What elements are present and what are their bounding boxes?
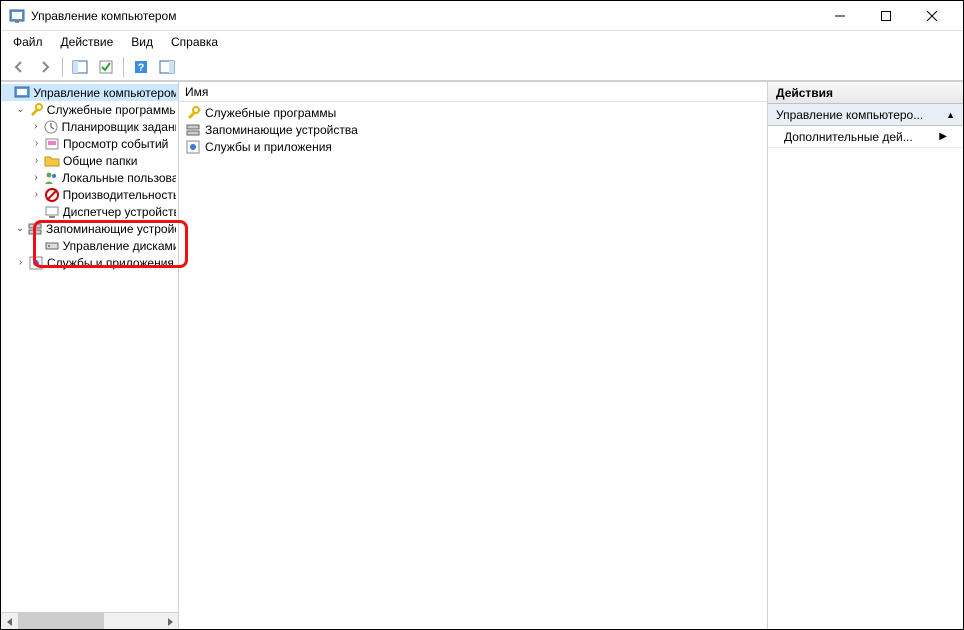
- close-button[interactable]: [909, 1, 955, 31]
- scrollbar-track[interactable]: [18, 613, 161, 629]
- list-item-label: Службы и приложения: [205, 140, 332, 154]
- list-item[interactable]: Запоминающие устройства: [179, 121, 767, 138]
- chevron-right-icon[interactable]: ›: [29, 172, 43, 183]
- chevron-right-icon[interactable]: ›: [29, 138, 44, 149]
- tree-system-tools[interactable]: ⌄ Служебные программы: [1, 101, 178, 118]
- tree-local-users[interactable]: › Локальные пользоват: [1, 169, 178, 186]
- chevron-right-icon[interactable]: ›: [29, 189, 44, 200]
- tree-device-manager[interactable]: Диспетчер устройств: [1, 203, 178, 220]
- tree-event-viewer[interactable]: › Просмотр событий: [1, 135, 178, 152]
- disk-icon: [44, 238, 60, 254]
- device-icon: [44, 204, 60, 220]
- storage-icon: [27, 221, 43, 237]
- menubar: Файл Действие Вид Справка: [1, 31, 963, 53]
- tree-label: Планировщик заданий: [62, 120, 176, 134]
- list-body: Служебные программы Запоминающие устройс…: [179, 102, 767, 629]
- list-item-label: Запоминающие устройства: [205, 123, 358, 137]
- list-item[interactable]: Служебные программы: [179, 104, 767, 121]
- tree-label: Управление компьютером (л: [33, 86, 176, 100]
- tree-label: Запоминающие устройст: [46, 222, 176, 236]
- svg-text:?: ?: [138, 62, 145, 74]
- list-panel: Имя Служебные программы Запоминающие уст…: [179, 82, 768, 629]
- tree-root[interactable]: Управление компьютером (л: [1, 84, 178, 101]
- performance-icon: [44, 187, 60, 203]
- tree-panel: Управление компьютером (л ⌄ Служебные пр…: [1, 82, 179, 629]
- actions-panel: Действия Управление компьютеро... ▲ Допо…: [768, 82, 963, 629]
- folder-shared-icon: [44, 153, 60, 169]
- tools-icon: [185, 105, 201, 121]
- action-pane-button[interactable]: [155, 55, 179, 79]
- services-icon: [28, 255, 44, 271]
- titlebar: Управление компьютером: [1, 1, 963, 31]
- scrollbar-thumb[interactable]: [18, 613, 104, 629]
- console-tree[interactable]: Управление компьютером (л ⌄ Служебные пр…: [1, 82, 178, 612]
- menu-view[interactable]: Вид: [123, 33, 161, 51]
- action-more-label: Дополнительные дей...: [784, 130, 913, 144]
- window-title: Управление компьютером: [31, 9, 817, 23]
- tree-services-apps[interactable]: › Службы и приложения: [1, 254, 178, 271]
- tools-icon: [28, 102, 44, 118]
- menu-help[interactable]: Справка: [163, 33, 226, 51]
- list-column-header[interactable]: Имя: [179, 82, 767, 102]
- properties-button[interactable]: [94, 55, 118, 79]
- minimize-button[interactable]: [817, 1, 863, 31]
- tree-storage[interactable]: ⌄ Запоминающие устройст: [1, 220, 178, 237]
- action-section-label: Управление компьютеро...: [776, 108, 923, 122]
- computer-icon: [14, 85, 30, 101]
- window-controls: [817, 1, 955, 31]
- tree-label: Локальные пользоват: [62, 171, 176, 185]
- show-hide-tree-button[interactable]: [68, 55, 92, 79]
- app-icon: [9, 8, 25, 24]
- back-button[interactable]: [7, 55, 31, 79]
- toolbar: ?: [1, 53, 963, 81]
- tree-label: Производительность: [63, 188, 176, 202]
- event-icon: [44, 136, 60, 152]
- scroll-left-button[interactable]: [1, 613, 18, 629]
- scroll-right-button[interactable]: [161, 613, 178, 629]
- horizontal-scrollbar[interactable]: [1, 612, 178, 629]
- tree-label: Управление дисками: [63, 239, 176, 253]
- chevron-down-icon[interactable]: ⌄: [13, 104, 28, 115]
- chevron-right-icon: ▶: [939, 131, 947, 142]
- action-section[interactable]: Управление компьютеро... ▲: [768, 104, 963, 126]
- content-area: Управление компьютером (л ⌄ Служебные пр…: [1, 81, 963, 629]
- toolbar-separator: [123, 57, 124, 77]
- column-name: Имя: [185, 85, 208, 99]
- app-window: Управление компьютером Файл Действие Вид…: [0, 0, 964, 630]
- tree-label: Общие папки: [63, 154, 137, 168]
- toolbar-separator: [62, 57, 63, 77]
- tree-shared-folders[interactable]: › Общие папки: [1, 152, 178, 169]
- action-more[interactable]: Дополнительные дей... ▶: [768, 126, 963, 148]
- menu-action[interactable]: Действие: [53, 33, 122, 51]
- maximize-button[interactable]: [863, 1, 909, 31]
- tree-disk-management[interactable]: Управление дисками: [1, 237, 178, 254]
- users-icon: [43, 170, 59, 186]
- chevron-right-icon[interactable]: ›: [29, 155, 44, 166]
- list-item-label: Служебные программы: [205, 106, 336, 120]
- tree-task-scheduler[interactable]: › Планировщик заданий: [1, 118, 178, 135]
- tree-label: Служебные программы: [47, 103, 176, 117]
- collapse-icon: ▲: [946, 110, 955, 120]
- services-icon: [185, 139, 201, 155]
- forward-button[interactable]: [33, 55, 57, 79]
- menu-file[interactable]: Файл: [5, 33, 51, 51]
- tree-label: Просмотр событий: [63, 137, 168, 151]
- tree-label: Службы и приложения: [47, 256, 174, 270]
- actions-header: Действия: [768, 82, 963, 104]
- chevron-down-icon[interactable]: ⌄: [13, 223, 27, 234]
- chevron-right-icon[interactable]: ›: [29, 121, 43, 132]
- actions-title: Действия: [776, 86, 833, 100]
- tree-label: Диспетчер устройств: [63, 205, 176, 219]
- tree-performance[interactable]: › Производительность: [1, 186, 178, 203]
- list-item[interactable]: Службы и приложения: [179, 138, 767, 155]
- help-button[interactable]: ?: [129, 55, 153, 79]
- clock-icon: [43, 119, 59, 135]
- chevron-right-icon[interactable]: ›: [13, 257, 28, 268]
- storage-icon: [185, 122, 201, 138]
